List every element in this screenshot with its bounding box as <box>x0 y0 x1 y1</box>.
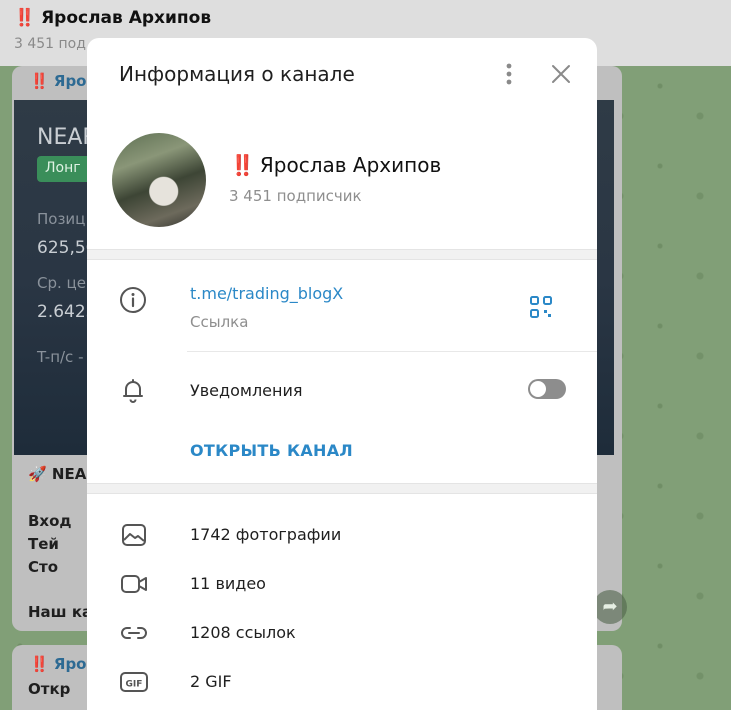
channel-name: ‼️ Ярослав Архипов <box>230 153 441 177</box>
open-channel-button[interactable]: ОТКРЫТЬ КАНАЛ <box>190 441 353 460</box>
message-line: Сто <box>28 558 59 576</box>
photo-label: Ср. це <box>37 274 86 292</box>
more-options-icon[interactable] <box>495 60 523 88</box>
link-caption: Ссылка <box>190 313 249 331</box>
forward-button[interactable]: ➦ <box>593 590 627 624</box>
channel-link[interactable]: t.me/trading_blogX <box>190 284 343 303</box>
message-line: Тей <box>28 535 59 553</box>
video-icon <box>121 575 147 593</box>
gif-badge-text: GIF <box>126 680 143 690</box>
photo-label: T-п/с - <box>37 348 84 366</box>
toggle-knob <box>530 381 546 397</box>
message-line: 🚀 NEA <box>28 465 87 483</box>
notifications-label: Уведомления <box>190 381 303 400</box>
qr-code-icon[interactable] <box>528 294 554 320</box>
close-icon[interactable] <box>547 60 575 88</box>
photo-badge: Лонг <box>37 156 93 182</box>
modal-title: Информация о канале <box>119 62 355 86</box>
link-icon <box>121 627 147 639</box>
gif-icon: GIF <box>120 672 148 692</box>
media-videos[interactable]: 11 видео <box>190 574 266 593</box>
chat-header-title[interactable]: ‼️ Ярослав Архипов <box>14 8 211 28</box>
section-separator <box>87 483 597 494</box>
notifications-toggle[interactable] <box>528 379 566 399</box>
channel-info-modal: Информация о канале ‼️ Ярослав Архипов 3 … <box>87 38 597 710</box>
message-line: Откр <box>28 680 71 698</box>
photo-icon <box>122 524 146 546</box>
section-separator <box>87 249 597 260</box>
info-icon <box>120 287 146 313</box>
bell-icon <box>123 379 143 403</box>
exclamation-marks: ‼️ <box>230 153 255 177</box>
channel-name-text: Ярослав Архипов <box>259 153 442 177</box>
row-divider <box>187 351 597 352</box>
message-channel-name[interactable]: ‼️ Яро <box>30 655 87 673</box>
subscriber-count: 3 451 подписчик <box>229 187 362 205</box>
chat-header-subtitle: 3 451 под <box>14 36 86 52</box>
channel-avatar[interactable] <box>112 133 206 227</box>
message-channel-name[interactable]: ‼️ Яро <box>30 72 87 90</box>
photo-label: Позиц <box>37 210 86 228</box>
message-line: Наш ка <box>28 603 93 621</box>
media-gifs[interactable]: 2 GIF <box>190 672 232 691</box>
media-links[interactable]: 1208 ссылок <box>190 623 296 642</box>
message-line: Вход <box>28 512 72 530</box>
media-photos[interactable]: 1742 фотографии <box>190 525 341 544</box>
